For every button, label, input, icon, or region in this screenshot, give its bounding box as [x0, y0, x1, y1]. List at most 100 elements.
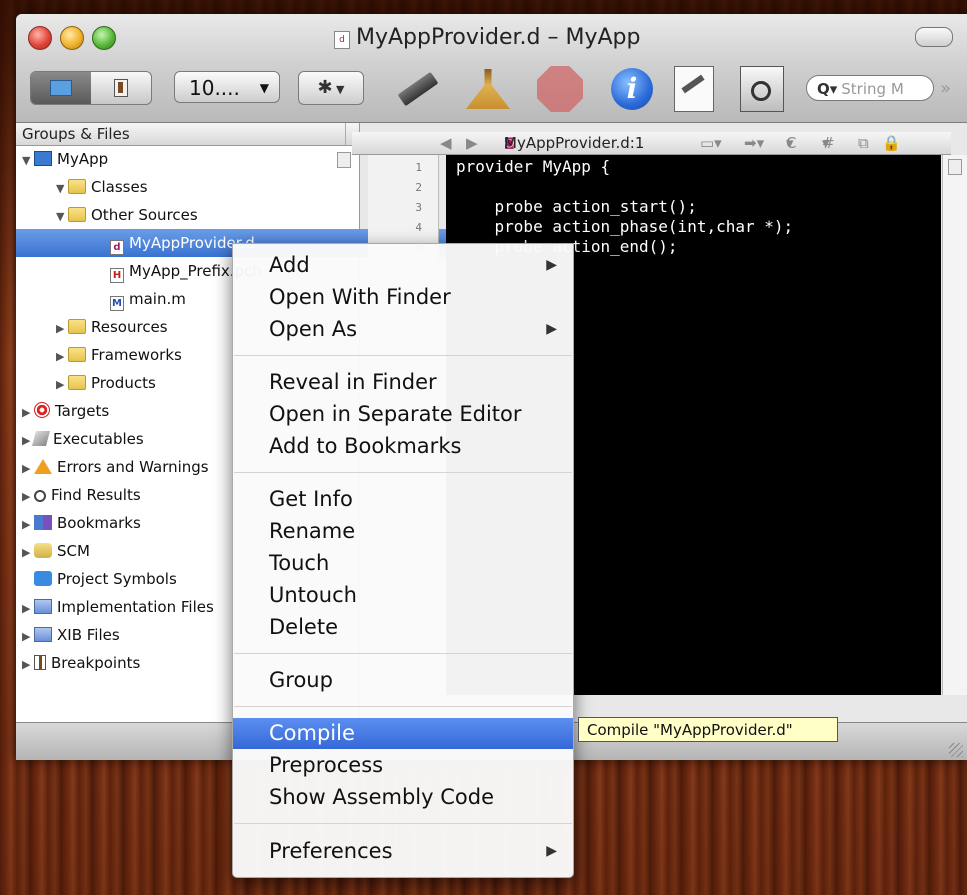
action-menu-button[interactable]: ✱ ▼: [298, 71, 364, 105]
toolbar-overflow-chevron-icon[interactable]: »: [940, 78, 951, 99]
implementation-icon: [34, 599, 52, 614]
disclosure-triangle-icon[interactable]: ▶: [56, 371, 68, 397]
disclosure-triangle-icon[interactable]: ▼: [56, 175, 68, 201]
disclosure-triangle-icon[interactable]: ▶: [22, 427, 34, 453]
breakpoint-icon: [34, 655, 46, 670]
disclosure-triangle-icon[interactable]: ▶: [22, 399, 34, 425]
tree-item-label: Other Sources: [91, 206, 198, 224]
code-line: probe action_phase(int,char *);: [456, 217, 794, 236]
disclosure-triangle-icon[interactable]: ▶: [56, 315, 68, 341]
h-file-icon: H: [110, 268, 124, 283]
folder-icon: [68, 179, 86, 194]
disclosure-triangle-icon[interactable]: ▶: [22, 511, 34, 537]
tree-item-label: Breakpoints: [51, 654, 141, 672]
minimize-button[interactable]: [60, 26, 84, 50]
submenu-arrow-icon: ▶: [546, 321, 557, 337]
menu-item-delete[interactable]: Delete: [233, 612, 573, 643]
disclosure-triangle-icon[interactable]: ▶: [22, 595, 34, 621]
sidebar-header: Groups & Files: [16, 123, 359, 146]
menu-separator: [234, 823, 572, 824]
menu-item-open-with-finder[interactable]: Open With Finder: [233, 282, 573, 313]
forward-arrow-icon[interactable]: ▶: [466, 132, 478, 154]
menu-separator: [234, 472, 572, 473]
disclosure-triangle-icon[interactable]: ▶: [22, 539, 34, 565]
build-and-go-button[interactable]: [390, 61, 446, 117]
menu-item-preprocess[interactable]: Preprocess: [233, 750, 573, 781]
m-file-icon: M: [110, 296, 124, 311]
editor-scrollbar[interactable]: [942, 155, 967, 695]
lock-icon[interactable]: 🔒: [882, 132, 901, 154]
menu-separator: [234, 355, 572, 356]
disclosure-triangle-icon[interactable]: ▶: [22, 623, 34, 649]
menu-item-add[interactable]: Add ▶: [233, 250, 573, 281]
d-file-icon: d: [110, 240, 124, 255]
disclosure-triangle-icon[interactable]: ▶: [22, 455, 34, 481]
menu-separator: [234, 706, 572, 707]
include-popup[interactable]: # ▾: [822, 132, 835, 154]
resize-grip-icon[interactable]: [949, 743, 963, 757]
close-button[interactable]: [28, 26, 52, 50]
menu-item-show-assembly-code[interactable]: Show Assembly Code: [233, 782, 573, 813]
executable-icon: [31, 431, 51, 446]
document-proxy-icon[interactable]: d: [334, 31, 350, 49]
snapshot-icon: [740, 66, 784, 112]
breakpoints-segment[interactable]: [91, 72, 151, 104]
menu-item-compile[interactable]: Compile: [233, 718, 573, 749]
overview-popup[interactable]: 10.... ▼: [174, 71, 280, 103]
menu-item-untouch[interactable]: Untouch: [233, 580, 573, 611]
clean-button[interactable]: [460, 61, 516, 117]
build-icon: [674, 66, 714, 112]
breakpoint-icon: [114, 79, 128, 97]
disclosure-triangle-icon[interactable]: ▶: [22, 483, 34, 509]
disclosure-triangle-icon[interactable]: ▶: [22, 651, 34, 677]
tree-item-label: Resources: [91, 318, 168, 336]
page-mode-segment[interactable]: [31, 72, 91, 104]
split-view-icon[interactable]: [948, 159, 962, 175]
menu-item-group[interactable]: Group: [233, 665, 573, 696]
folder-icon: [68, 347, 86, 362]
tree-item-label: Frameworks: [91, 346, 182, 364]
menu-item-touch[interactable]: Touch: [233, 548, 573, 579]
file-popup-label: MyAppProvider.d:1: [504, 134, 645, 152]
menu-item-rename[interactable]: Rename: [233, 516, 573, 547]
disclosure-triangle-icon[interactable]: ▼: [22, 147, 34, 173]
warning-icon: [34, 459, 52, 474]
menu-item-open-in-separate-editor[interactable]: Open in Separate Editor: [233, 399, 573, 430]
bookmarks-icon: [34, 515, 52, 530]
search-field[interactable]: Q▾ String M: [806, 75, 934, 101]
zoom-button[interactable]: [92, 26, 116, 50]
back-arrow-icon[interactable]: ◀: [440, 132, 452, 154]
bookmarks-popup-icon[interactable]: ▭▾: [700, 132, 722, 154]
toolbar-toggle-button[interactable]: [915, 27, 953, 47]
info-button[interactable]: i: [604, 61, 660, 117]
snapshot-button[interactable]: [734, 61, 790, 117]
code-line: provider MyApp {: [456, 157, 611, 176]
folder-icon: [68, 207, 86, 222]
menu-item-add-to-bookmarks[interactable]: Add to Bookmarks: [233, 431, 573, 462]
menu-item-get-info[interactable]: Get Info: [233, 484, 573, 515]
editor-navigation-bar: ◀ ▶ ◙ MyAppProvider.d:1 ▭▾ ➡▾ C ▾ # ▾ ⧉ 🔒: [352, 132, 951, 155]
disclosure-triangle-icon[interactable]: ▶: [56, 343, 68, 369]
tree-item-label: Executables: [53, 430, 144, 448]
view-mode-segmented-control[interactable]: [30, 71, 152, 105]
tree-item-label: Errors and Warnings: [57, 458, 209, 476]
menu-item-open-as[interactable]: Open As ▶: [233, 314, 573, 345]
build-and-go-icon: [397, 71, 439, 107]
menu-item-preferences[interactable]: Preferences ▶: [233, 836, 573, 867]
stop-button[interactable]: [532, 61, 588, 117]
folder-icon: [68, 319, 86, 334]
menu-item-reveal-in-finder[interactable]: Reveal in Finder: [233, 367, 573, 398]
tree-item-label: Targets: [55, 402, 110, 420]
breakpoints-popup-icon[interactable]: ➡▾: [744, 132, 764, 154]
magnifier-icon: [34, 490, 46, 502]
class-popup[interactable]: C ▾: [786, 132, 796, 154]
tree-item-myapp[interactable]: ▼ MyApp: [16, 145, 365, 173]
line-number: 4: [415, 221, 422, 234]
counterpart-icon[interactable]: ⧉: [858, 132, 869, 154]
submenu-arrow-icon: ▶: [546, 843, 557, 859]
disclosure-triangle-icon[interactable]: ▼: [56, 203, 68, 229]
build-button[interactable]: [666, 61, 722, 117]
tree-item-classes[interactable]: ▼ Classes: [16, 173, 399, 201]
tree-item-other-sources[interactable]: ▼ Other Sources: [16, 201, 399, 229]
line-number: 3: [415, 201, 422, 214]
